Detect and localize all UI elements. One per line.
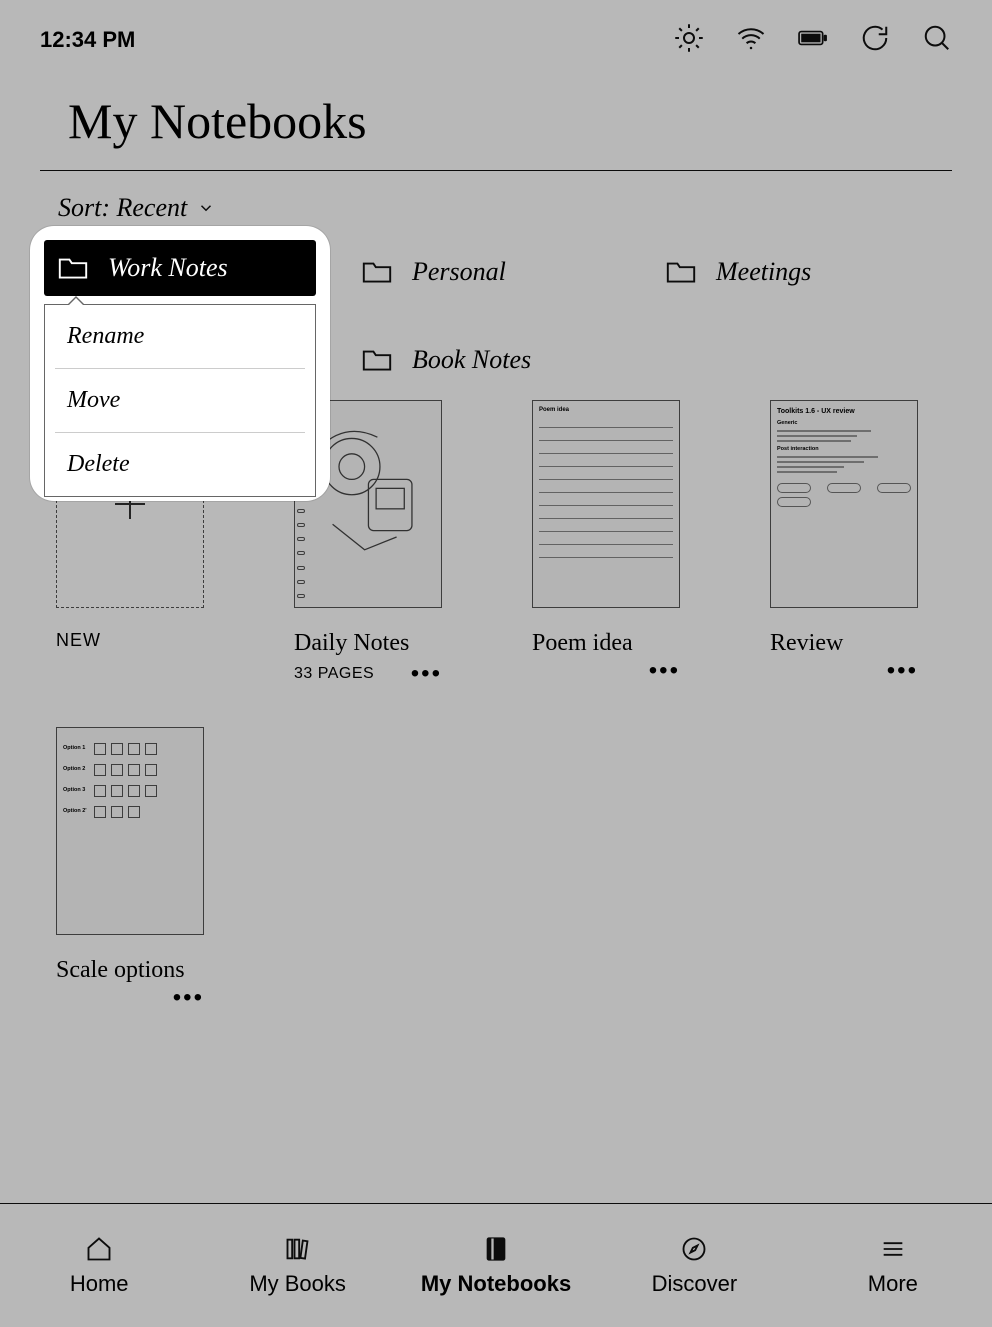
books-icon	[283, 1235, 313, 1263]
status-icons	[674, 23, 952, 58]
notebook-title: Poem idea	[532, 630, 682, 657]
chevron-down-icon	[197, 199, 215, 217]
folder-personal[interactable]: Personal	[344, 244, 648, 300]
folder-book-notes[interactable]: Book Notes	[344, 332, 648, 388]
page-count: 33 PAGES	[294, 665, 374, 683]
notebook-review[interactable]: Toolkits 1.6 - UX review Generic Post in…	[770, 400, 920, 683]
search-icon[interactable]	[922, 23, 952, 58]
more-icon[interactable]: •••	[411, 668, 442, 680]
nav-label: My Books	[249, 1271, 346, 1297]
notebook-icon	[481, 1235, 511, 1263]
nav-label: More	[868, 1271, 918, 1297]
more-icon[interactable]: •••	[173, 992, 204, 1004]
folder-icon	[666, 260, 696, 284]
nav-more[interactable]: More	[794, 1204, 992, 1327]
folder-icon	[58, 256, 88, 280]
home-icon	[84, 1235, 114, 1263]
folder-label: Work Notes	[108, 253, 228, 283]
notebook-title: Daily Notes	[294, 630, 444, 657]
compass-icon	[679, 1235, 709, 1263]
sort-label: Sort: Recent	[58, 193, 187, 223]
notebook-scale-options[interactable]: Option 1 Option 2 Option 3 Option 2' Sca…	[56, 727, 206, 1004]
notebook-title: Review	[770, 630, 920, 657]
context-menu: Rename Move Delete	[44, 304, 316, 497]
nav-home[interactable]: Home	[0, 1204, 198, 1327]
nav-label: Discover	[652, 1271, 738, 1297]
menu-item-move[interactable]: Move	[45, 369, 315, 432]
folder-label: Book Notes	[412, 345, 531, 375]
nav-label: Home	[70, 1271, 129, 1297]
sort-dropdown[interactable]: Sort: Recent	[40, 193, 952, 223]
nav-my-books[interactable]: My Books	[198, 1204, 396, 1327]
menu-item-delete[interactable]: Delete	[45, 433, 315, 496]
status-time: 12:34 PM	[40, 27, 135, 53]
folder-label: Meetings	[716, 257, 811, 287]
battery-icon	[798, 23, 828, 58]
more-icon[interactable]: •••	[649, 665, 680, 677]
brightness-icon[interactable]	[674, 23, 704, 58]
notebook-title: Scale options	[56, 957, 206, 984]
notebook-thumbnail: Option 1 Option 2 Option 3 Option 2'	[56, 727, 204, 935]
folder-label: Personal	[412, 257, 506, 287]
folder-icon	[362, 348, 392, 372]
page-title: My Notebooks	[40, 92, 952, 171]
nav-my-notebooks[interactable]: My Notebooks	[397, 1204, 595, 1327]
menu-icon	[878, 1235, 908, 1263]
folder-icon	[362, 260, 392, 284]
notebook-thumbnail: Poem idea	[532, 400, 680, 608]
sync-icon[interactable]	[860, 23, 890, 58]
bottom-nav: Home My Books My Notebooks Discover More	[0, 1203, 992, 1327]
nav-label: My Notebooks	[421, 1271, 571, 1297]
menu-item-rename[interactable]: Rename	[45, 305, 315, 368]
notebook-thumbnail: Toolkits 1.6 - UX review Generic Post in…	[770, 400, 918, 608]
folder-meetings[interactable]: Meetings	[648, 244, 952, 300]
nav-discover[interactable]: Discover	[595, 1204, 793, 1327]
wifi-icon[interactable]	[736, 23, 766, 58]
more-icon[interactable]: •••	[887, 665, 918, 677]
new-label: NEW	[56, 630, 206, 651]
folder-context-popover: Work Notes Rename Move Delete	[30, 226, 330, 501]
status-bar: 12:34 PM	[0, 0, 992, 80]
notebook-poem-idea[interactable]: Poem idea Poem idea •••	[532, 400, 682, 683]
context-target-folder[interactable]: Work Notes	[44, 240, 316, 296]
page-header: My Notebooks Sort: Recent	[40, 92, 952, 223]
